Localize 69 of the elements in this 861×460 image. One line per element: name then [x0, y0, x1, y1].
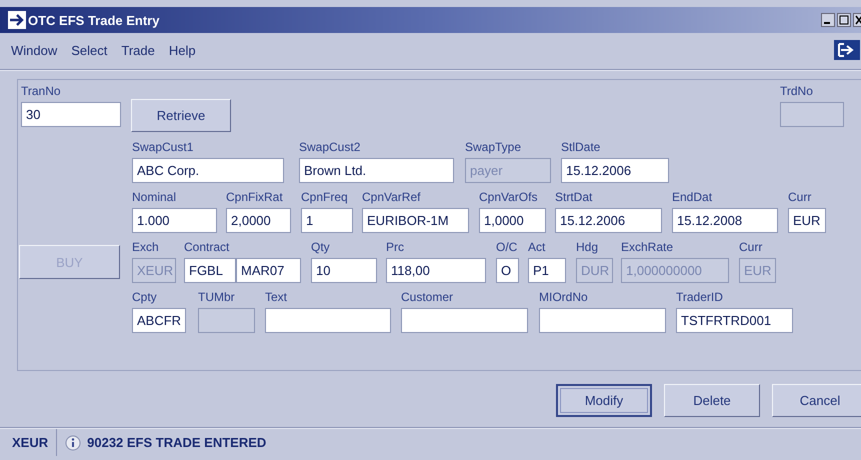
- field-label: Cpty: [132, 290, 158, 305]
- field-label: Prc: [386, 240, 405, 255]
- input-field[interactable]: O: [496, 258, 519, 283]
- action-button[interactable]: Cancel: [772, 384, 861, 417]
- field-label: TraderID: [676, 290, 724, 305]
- input-field[interactable]: 15.12.2006: [555, 208, 662, 233]
- menu-item[interactable]: Select: [71, 42, 108, 58]
- info-icon: [65, 434, 82, 450]
- field-label: MIOrdNo: [539, 290, 589, 305]
- menu-item[interactable]: Window: [11, 42, 58, 58]
- input-field[interactable]: [539, 308, 666, 333]
- retrieve-button[interactable]: Retrieve: [131, 99, 231, 132]
- close-icon[interactable]: [853, 13, 861, 27]
- input-field[interactable]: [401, 308, 528, 333]
- field-label: EndDat: [672, 190, 714, 205]
- field-label: Curr: [739, 240, 764, 255]
- field-label: StrtDat: [555, 190, 594, 205]
- field-label: CpnVarRef: [362, 190, 422, 205]
- input-field[interactable]: 2,0000: [226, 208, 291, 233]
- field-label: SwapCust1: [132, 140, 194, 155]
- input-field[interactable]: 1,0000: [479, 208, 546, 233]
- exit-icon[interactable]: [833, 39, 861, 61]
- field-label: CpnFreq: [301, 190, 349, 205]
- menu-item[interactable]: Trade: [121, 42, 155, 58]
- action-button[interactable]: Delete: [664, 384, 760, 417]
- input-field[interactable]: 30: [21, 102, 121, 127]
- field-label: TranNo: [21, 84, 62, 99]
- input-field[interactable]: MAR07: [236, 258, 301, 283]
- field-label: Text: [265, 290, 288, 305]
- field-label: Contract: [184, 240, 230, 255]
- input-field[interactable]: ABC Corp.: [132, 158, 284, 183]
- input-field[interactable]: 10: [311, 258, 377, 283]
- action-button[interactable]: Modify: [556, 384, 652, 417]
- window-title: OTC EFS Trade Entry: [28, 12, 160, 28]
- field-label: Qty: [311, 240, 331, 255]
- field-label: StlDate: [561, 140, 602, 155]
- input-field[interactable]: EURIBOR-1M: [362, 208, 469, 233]
- input-field[interactable]: 1.000: [132, 208, 217, 233]
- field-label: Customer: [401, 290, 454, 305]
- maximize-icon[interactable]: [837, 13, 851, 27]
- field-label: O/C: [496, 240, 518, 255]
- field-label: SwapCust2: [299, 140, 362, 155]
- input-field[interactable]: TSTFRTRD001: [676, 308, 793, 333]
- field-label: TUMbr: [198, 290, 236, 305]
- input-field[interactable]: Brown Ltd.: [299, 158, 454, 183]
- field-label: Act: [528, 240, 546, 255]
- field-label: TrdNo: [780, 84, 814, 99]
- menu-item[interactable]: Help: [168, 42, 196, 58]
- input-field[interactable]: 15.12.2008: [672, 208, 778, 233]
- field-label: Curr: [788, 190, 812, 205]
- field-label: Hdg: [576, 240, 600, 255]
- field-label: Exch: [132, 240, 160, 255]
- field-label: CpnVarOfs: [479, 190, 538, 205]
- field-label: SwapType: [465, 140, 522, 155]
- minimize-icon[interactable]: [821, 13, 835, 27]
- input-field[interactable]: ABCFR: [132, 308, 186, 333]
- input-field[interactable]: EUR: [788, 208, 826, 233]
- status-exchange: XEUR: [0, 429, 58, 456]
- input-field[interactable]: 118,00: [386, 258, 486, 283]
- input-field[interactable]: 1: [301, 208, 353, 233]
- field-label: CpnFixRat: [226, 190, 284, 205]
- input-field[interactable]: [265, 308, 391, 333]
- field-label: Nominal: [132, 190, 178, 205]
- input-field[interactable]: 15.12.2006: [561, 158, 669, 183]
- input-field[interactable]: P1: [528, 258, 566, 283]
- input-field[interactable]: FGBL: [184, 258, 236, 283]
- field-label: ExchRate: [621, 240, 674, 255]
- status-message: 90232 EFS TRADE ENTERED: [87, 435, 266, 450]
- arrow-icon: [8, 11, 26, 29]
